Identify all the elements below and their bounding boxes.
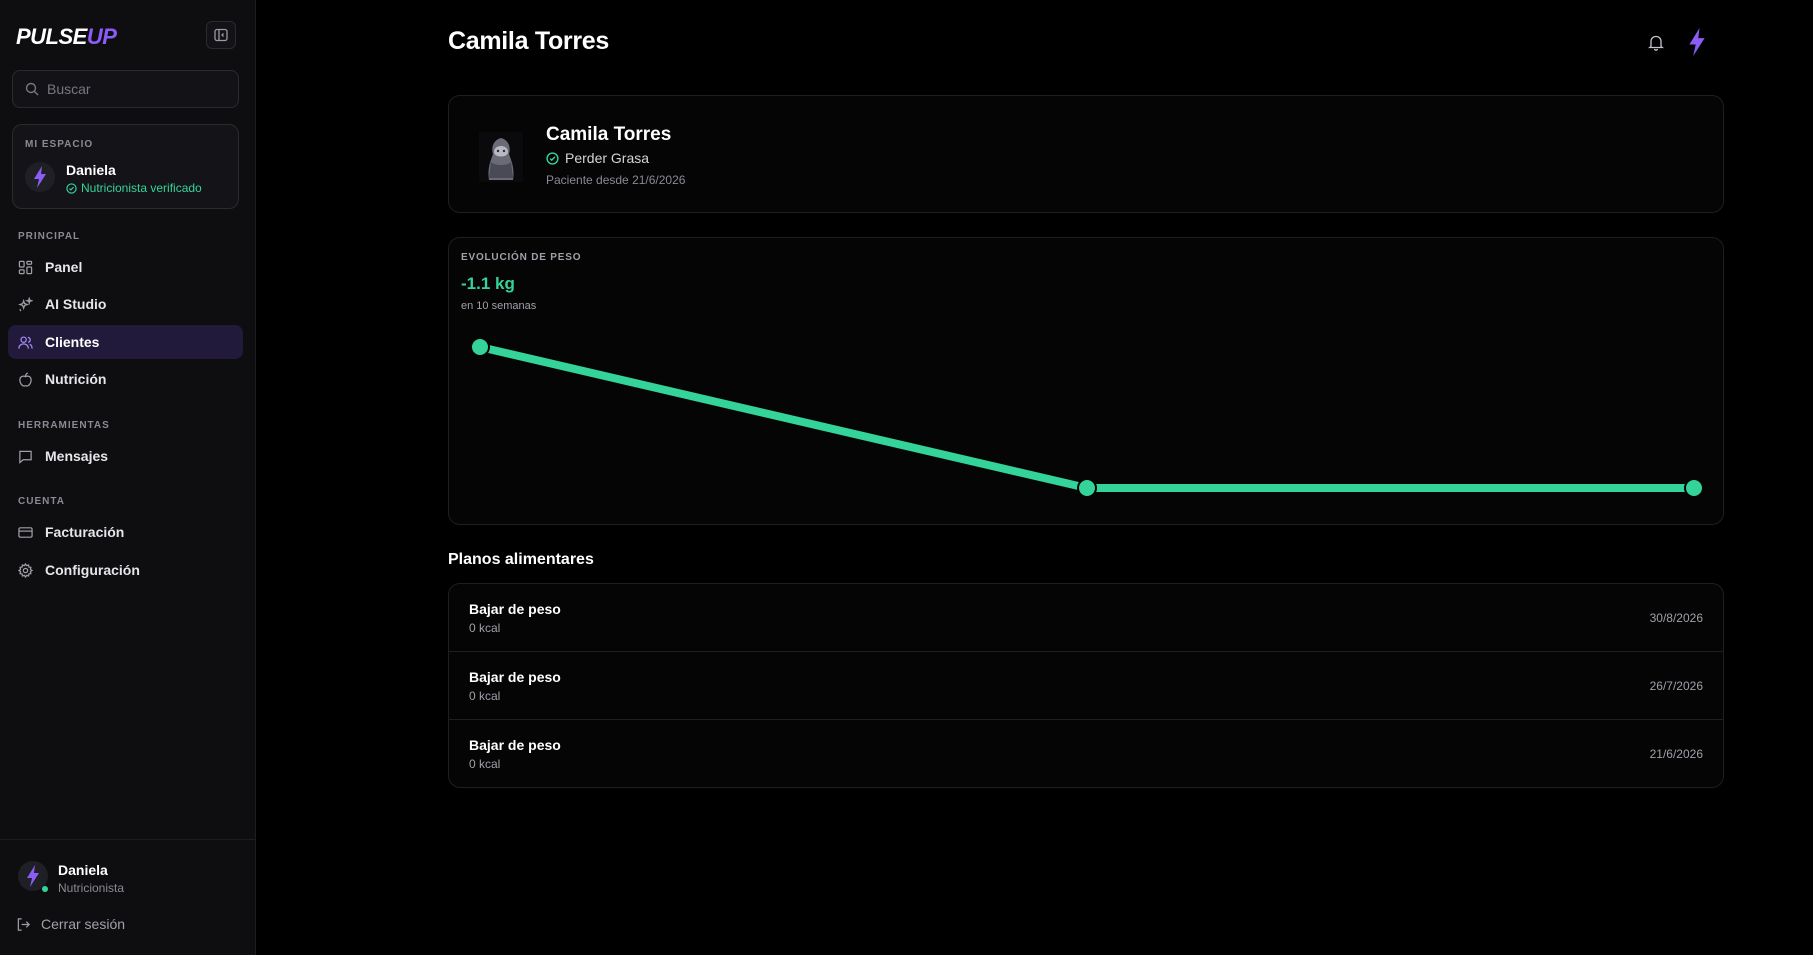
patient-since: Paciente desde 21/6/2026 — [546, 173, 686, 187]
sidebar: PULSEUP MI ESPACIO Daniela Nutricionista… — [0, 0, 256, 955]
page-title: Camila Torres — [448, 27, 609, 55]
nav-item-mensajes[interactable]: Mensajes — [8, 439, 243, 473]
bell-icon — [1648, 35, 1664, 51]
logout-label: Cerrar sesión — [41, 916, 126, 932]
weight-data-point[interactable] — [1077, 478, 1097, 498]
meal-plan-row[interactable]: Bajar de peso 0 kcal 21/6/2026 — [449, 720, 1723, 787]
weight-data-point[interactable] — [470, 337, 490, 357]
collapse-sidebar-button[interactable] — [206, 21, 236, 49]
nav-item-label: Panel — [45, 259, 83, 275]
meal-plan-name: Bajar de peso — [469, 601, 561, 617]
user-role: Nutricionista — [58, 881, 125, 895]
check-circle-icon — [66, 182, 77, 194]
nav-item-facturacion[interactable]: Facturación — [8, 515, 243, 549]
credit-card-icon — [18, 526, 33, 538]
meal-plans-list: Bajar de peso 0 kcal 30/8/2026 Bajar de … — [448, 583, 1724, 788]
workspace-name: Daniela — [66, 162, 116, 178]
check-circle-icon — [546, 151, 559, 165]
nav-item-panel[interactable]: Panel — [8, 250, 243, 284]
bolt-icon — [27, 865, 39, 887]
weight-data-point[interactable] — [1684, 478, 1704, 498]
nav-item-configuracion[interactable]: Configuración — [8, 553, 243, 587]
sidebar-panel-icon — [214, 28, 228, 42]
meal-plan-date: 21/6/2026 — [1649, 747, 1703, 761]
logo-text-pulse: PULSE — [16, 24, 87, 49]
logout-icon — [17, 917, 30, 931]
users-icon — [18, 335, 33, 349]
bolt-icon — [1689, 28, 1705, 56]
header-actions — [1648, 28, 1706, 61]
section-label-principal: PRINCIPAL — [18, 231, 81, 242]
meal-plans-title: Planos alimentares — [448, 551, 594, 568]
meal-plan-name: Bajar de peso — [469, 669, 561, 685]
nav-item-label: Clientes — [45, 334, 100, 350]
section-label-cuenta: CUENTA — [18, 496, 65, 507]
search-icon — [25, 82, 39, 96]
message-icon — [19, 450, 32, 464]
patient-goal-text: Perder Grasa — [565, 150, 650, 166]
patient-profile-card: Camila Torres Perder Grasa Paciente desd… — [448, 95, 1724, 213]
section-label-herramientas: HERRAMIENTAS — [18, 420, 110, 431]
nav-item-ai-studio[interactable]: AI Studio — [8, 287, 243, 321]
apple-icon — [19, 371, 32, 387]
user-name: Daniela — [58, 862, 108, 878]
meal-plan-kcal: 0 kcal — [469, 621, 501, 635]
nav-item-label: Facturación — [45, 524, 125, 540]
patient-avatar[interactable] — [479, 132, 523, 182]
nav-item-label: Configuración — [45, 562, 140, 578]
quick-action-button[interactable] — [1688, 28, 1706, 61]
app-logo[interactable]: PULSEUP — [16, 24, 117, 50]
gear-icon — [18, 562, 33, 578]
nav-item-label: Nutrición — [45, 371, 107, 387]
search-input[interactable] — [47, 81, 227, 97]
nav-item-clientes[interactable]: Clientes — [8, 325, 243, 359]
search-box[interactable] — [12, 70, 239, 108]
meal-plan-kcal: 0 kcal — [469, 689, 501, 703]
logout-button[interactable]: Cerrar sesión — [16, 916, 125, 932]
workspace-card[interactable]: MI ESPACIO Daniela Nutricionista verific… — [12, 124, 239, 209]
sparkles-icon — [18, 296, 33, 311]
logo-text-up: UP — [86, 24, 117, 49]
workspace-role: Nutricionista verificado — [66, 181, 202, 195]
online-status-dot — [42, 886, 48, 892]
weight-series-line — [479, 343, 1694, 492]
workspace-avatar — [25, 162, 55, 192]
notifications-button[interactable] — [1648, 34, 1664, 56]
workspace-role-text: Nutricionista verificado — [81, 181, 202, 195]
nav-item-label: AI Studio — [45, 296, 107, 312]
grid-icon — [18, 260, 33, 274]
meal-plan-row[interactable]: Bajar de peso 0 kcal 30/8/2026 — [449, 584, 1723, 652]
patient-name: Camila Torres — [546, 124, 672, 145]
patient-goal: Perder Grasa — [546, 150, 649, 166]
workspace-label: MI ESPACIO — [25, 139, 94, 150]
meal-plan-kcal: 0 kcal — [469, 757, 501, 771]
meal-plan-date: 30/8/2026 — [1649, 611, 1703, 625]
sidebar-footer: Daniela Nutricionista Cerrar sesión — [0, 839, 256, 955]
nav-item-label: Mensajes — [45, 448, 109, 464]
meal-plan-row[interactable]: Bajar de peso 0 kcal 26/7/2026 — [449, 652, 1723, 720]
bolt-icon — [34, 166, 46, 188]
meal-plan-name: Bajar de peso — [469, 737, 561, 753]
nav-item-nutricion[interactable]: Nutrición — [8, 362, 243, 396]
weight-line-chart — [470, 337, 1704, 498]
weight-evolution-card: EVOLUCIÓN DE PESO -1.1 kg en 10 semanas — [448, 237, 1724, 525]
meal-plan-date: 26/7/2026 — [1649, 679, 1703, 693]
